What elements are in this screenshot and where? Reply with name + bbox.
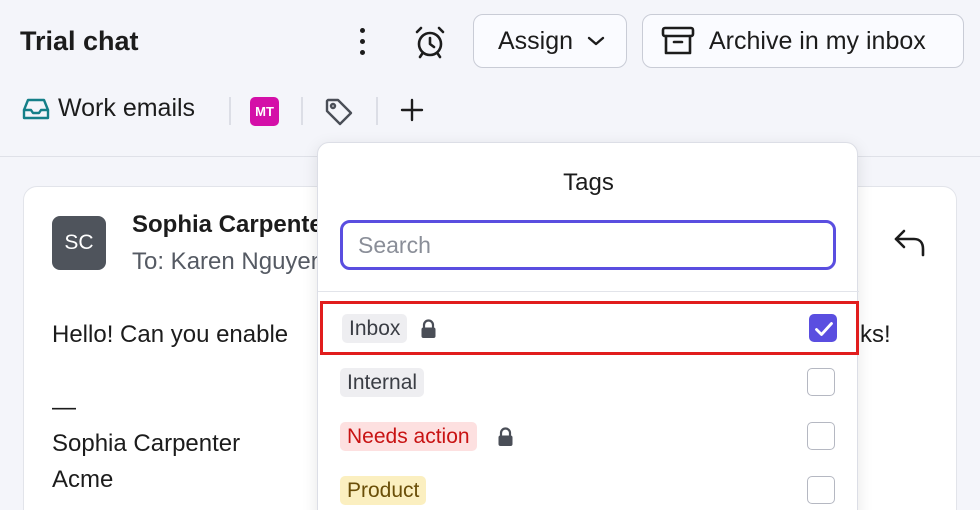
inbox-tray-icon — [22, 98, 50, 119]
popup-divider — [318, 291, 859, 292]
conversation-toolbar: Work emails MT — [0, 86, 980, 136]
message-body-end: ks! — [860, 321, 891, 348]
tag-checkbox[interactable] — [807, 422, 835, 450]
tag-row-internal[interactable]: Internal — [318, 355, 859, 409]
tag-chip: Inbox — [342, 314, 408, 343]
tag-row-needs-action[interactable]: Needs action — [318, 409, 859, 463]
lock-icon — [421, 319, 436, 338]
message-body: Hello! Can you enable — [52, 321, 289, 348]
archive-label: Archive in my inbox — [709, 26, 926, 55]
toolbar-divider — [301, 97, 303, 125]
sender-avatar: SC — [52, 216, 106, 270]
sender-name: Sophia Carpenter — [132, 211, 333, 238]
assign-button[interactable]: Assign — [473, 14, 627, 68]
alarm-clock-icon[interactable] — [410, 22, 450, 62]
inbox-name: Work emails — [58, 94, 196, 122]
archive-button[interactable]: Archive in my inbox — [642, 14, 964, 68]
lock-icon — [498, 427, 513, 446]
assignee-avatar[interactable]: MT — [250, 97, 279, 126]
tag-checkbox-checked[interactable] — [809, 314, 837, 342]
tag-row-inbox[interactable]: Inbox — [320, 301, 859, 355]
tag-search-input[interactable] — [340, 220, 836, 270]
toolbar-divider — [376, 97, 378, 125]
toolbar-divider — [229, 97, 231, 125]
tag-checkbox[interactable] — [807, 476, 835, 504]
tag-chip: Product — [340, 476, 427, 505]
page-title: Trial chat — [20, 26, 139, 56]
tag-icon[interactable] — [323, 96, 355, 128]
reply-icon[interactable] — [892, 225, 928, 261]
chevron-down-icon — [587, 36, 605, 46]
checkmark-icon — [815, 322, 833, 336]
signature-dash: — — [52, 394, 76, 421]
plus-icon[interactable] — [398, 96, 426, 124]
signature-company: Acme — [52, 466, 114, 493]
inbox-chip[interactable]: Work emails — [22, 94, 195, 123]
tag-chip: Internal — [340, 368, 425, 397]
recipient-line: To: Karen Nguyen — [132, 248, 325, 275]
assign-label: Assign — [498, 26, 574, 55]
popup-title: Tags — [563, 169, 614, 196]
signature-name: Sophia Carpenter — [52, 430, 241, 457]
tags-popup: Tags Inbox Internal Needs action Product — [317, 142, 859, 510]
tag-row-product[interactable]: Product — [318, 463, 859, 510]
archive-icon — [661, 26, 695, 55]
tag-checkbox[interactable] — [807, 368, 835, 396]
more-options-icon[interactable] — [348, 24, 376, 58]
tag-chip: Needs action — [340, 422, 477, 451]
